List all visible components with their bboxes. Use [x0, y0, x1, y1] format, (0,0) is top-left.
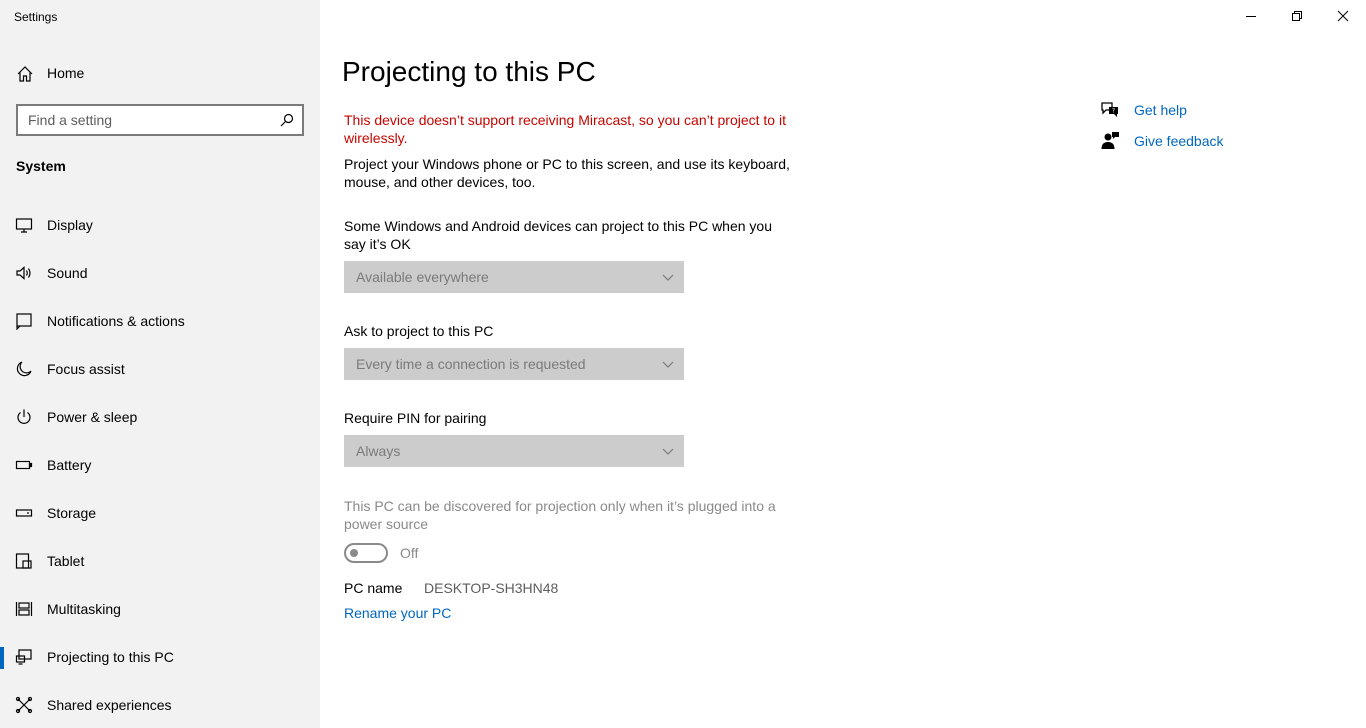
search-input[interactable] — [18, 106, 268, 134]
availability-dropdown[interactable]: Available everywhere — [344, 261, 684, 293]
restore-button[interactable] — [1274, 0, 1320, 32]
tablet-icon — [15, 553, 32, 569]
sidebar-item-sound[interactable]: Sound — [0, 249, 320, 297]
rename-pc-link[interactable]: Rename your PC — [344, 605, 451, 621]
toggle-knob — [350, 549, 358, 557]
page-title: Projecting to this PC — [342, 56, 596, 87]
close-button[interactable] — [1320, 0, 1366, 32]
pc-name-value: DESKTOP-SH3HN48 — [424, 580, 559, 596]
sidebar-item-label: Power & sleep — [47, 409, 138, 425]
sidebar: Settings Home System Display Sound — [0, 0, 320, 728]
toggle-state-label: Off — [400, 545, 419, 561]
display-icon — [15, 218, 33, 233]
ask-to-project-dropdown[interactable]: Every time a connection is requested — [344, 348, 684, 380]
app-title: Settings — [14, 10, 58, 24]
sidebar-item-projecting[interactable]: Projecting to this PC — [0, 633, 320, 681]
miracast-error-message: This device doesn’t support receiving Mi… — [344, 112, 786, 146]
sidebar-item-label: Storage — [47, 505, 97, 521]
give-feedback-icon — [1101, 132, 1119, 149]
chevron-down-icon — [662, 274, 674, 281]
sound-icon — [16, 266, 31, 280]
require-pin-value: Always — [356, 443, 401, 459]
availability-value: Available everywhere — [356, 269, 489, 285]
notifications-icon — [16, 313, 32, 330]
sidebar-item-tablet[interactable]: Tablet — [0, 537, 320, 585]
sidebar-item-multitasking[interactable]: Multitasking — [0, 585, 320, 633]
ask-to-project-value: Every time a connection is requested — [356, 356, 586, 372]
sidebar-item-power-sleep[interactable]: Power & sleep — [0, 393, 320, 441]
minimize-icon — [1246, 16, 1256, 17]
plugged-in-label: This PC can be discovered for projection… — [344, 498, 776, 532]
give-feedback-label: Give feedback — [1134, 133, 1224, 149]
sidebar-item-label: Focus assist — [47, 361, 125, 377]
get-help-label: Get help — [1134, 102, 1187, 118]
minimize-button[interactable] — [1228, 0, 1274, 32]
close-icon — [1337, 10, 1349, 22]
sidebar-item-label: Sound — [47, 265, 88, 281]
restore-icon — [1292, 11, 1302, 21]
description-text: Project your Windows phone or PC to this… — [344, 156, 790, 190]
sidebar-item-shared-experiences[interactable]: Shared experiences — [0, 681, 320, 728]
get-help-icon: ? — [1101, 102, 1118, 117]
require-pin-label: Require PIN for pairing — [344, 410, 487, 426]
sidebar-item-label: Multitasking — [47, 601, 121, 617]
sidebar-item-label: Display — [47, 217, 93, 233]
moon-icon — [16, 361, 32, 377]
sidebar-item-label: Projecting to this PC — [47, 649, 174, 665]
sidebar-item-storage[interactable]: Storage — [0, 489, 320, 537]
plugged-in-toggle[interactable] — [344, 543, 388, 563]
pc-name-label: PC name — [344, 580, 403, 596]
chevron-down-icon — [662, 448, 674, 455]
shared-experiences-icon — [15, 696, 33, 714]
search-icon[interactable] — [280, 113, 294, 127]
power-icon — [17, 409, 31, 424]
home-icon — [17, 66, 33, 82]
availability-label: Some Windows and Android devices can pro… — [344, 218, 773, 252]
sidebar-item-focus-assist[interactable]: Focus assist — [0, 345, 320, 393]
section-title-system: System — [16, 158, 66, 174]
sidebar-item-label: Tablet — [47, 553, 85, 569]
sidebar-item-notifications[interactable]: Notifications & actions — [0, 297, 320, 345]
sidebar-item-battery[interactable]: Battery — [0, 441, 320, 489]
chevron-down-icon — [662, 361, 674, 368]
sidebar-item-label: Battery — [47, 457, 92, 473]
sidebar-nav: Display Sound Notifications & actions Fo… — [0, 201, 320, 728]
sidebar-item-label: Shared experiences — [47, 697, 172, 713]
sidebar-item-label: Notifications & actions — [47, 313, 185, 329]
sidebar-item-display[interactable]: Display — [0, 201, 320, 249]
projecting-icon — [15, 649, 32, 665]
home-label: Home — [47, 65, 85, 81]
multitasking-icon — [15, 602, 33, 616]
ask-to-project-label: Ask to project to this PC — [344, 323, 494, 339]
search-box[interactable] — [16, 104, 304, 136]
require-pin-dropdown[interactable]: Always — [344, 435, 684, 467]
storage-icon — [15, 509, 33, 517]
svg-text:?: ? — [1112, 108, 1115, 115]
home-nav-item[interactable]: Home — [0, 56, 320, 90]
battery-icon — [15, 460, 33, 470]
